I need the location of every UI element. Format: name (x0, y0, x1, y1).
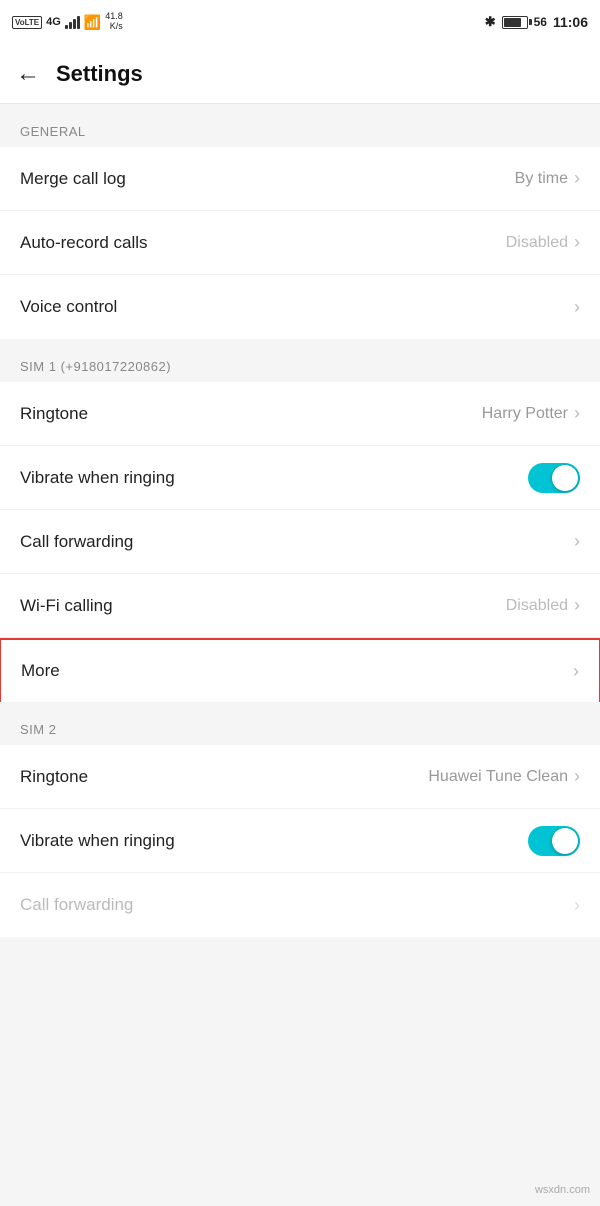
settings-row-sim2-call-forwarding[interactable]: Call forwarding › (0, 873, 600, 937)
settings-row-merge-call-log[interactable]: Merge call log By time › (0, 147, 600, 211)
network-type: 4G (46, 16, 61, 28)
settings-row-sim2-vibrate[interactable]: Vibrate when ringing (0, 809, 600, 873)
row-value-sim2-ringtone: Huawei Tune Clean (428, 768, 568, 786)
chevron-icon-sim1-ringtone: › (574, 403, 580, 424)
watermark: wsxdn.com (535, 1184, 590, 1196)
row-label-sim1-ringtone: Ringtone (20, 404, 88, 424)
section-body-sim1: Ringtone Harry Potter › Vibrate when ringin… (0, 382, 600, 702)
section-header-sim2: SIM 2 (0, 702, 600, 745)
section-general: GENERALMerge call logBy time›Auto-record… (0, 104, 600, 339)
row-right-sim1-call-forwarding: › (574, 531, 580, 552)
bluetooth-icon: ✱ (485, 14, 496, 30)
row-value-sim1-wifi-calling: Disabled (506, 597, 568, 615)
header: ← Settings (0, 44, 600, 104)
toggle-knob-sim1-vibrate (552, 465, 578, 491)
row-label-sim2-ringtone: Ringtone (20, 767, 88, 787)
row-label-sim1-vibrate: Vibrate when ringing (20, 468, 175, 488)
signal-icon (65, 15, 80, 29)
row-label-voice-control: Voice control (20, 297, 117, 317)
status-right: ✱ 56 11:06 (485, 14, 588, 30)
chevron-icon-sim2-call-forwarding: › (574, 895, 580, 916)
section-sim1: SIM 1 (+918017220862) Ringtone Harry Potte… (0, 339, 600, 702)
section-header-sim1: SIM 1 (+918017220862) (0, 339, 600, 382)
row-label-sim2-call-forwarding: Call forwarding (20, 895, 133, 915)
row-right-sim1-vibrate (528, 463, 580, 493)
row-right-sim1-ringtone: Harry Potter › (482, 403, 580, 424)
settings-row-sim1-more[interactable]: More › (0, 638, 600, 702)
chevron-icon-sim1-more: › (573, 661, 579, 682)
chevron-icon-merge-call-log: › (574, 168, 580, 189)
row-label-merge-call-log: Merge call log (20, 169, 126, 189)
battery-icon (502, 16, 528, 29)
row-value-merge-call-log: By time (515, 170, 568, 188)
row-right-sim1-more: › (573, 661, 579, 682)
settings-row-sim1-ringtone[interactable]: Ringtone Harry Potter › (0, 382, 600, 446)
section-body-sim2: Ringtone Huawei Tune Clean › Vibrate when r… (0, 745, 600, 937)
settings-row-sim1-call-forwarding[interactable]: Call forwarding › (0, 510, 600, 574)
settings-row-auto-record-calls[interactable]: Auto-record calls Disabled › (0, 211, 600, 275)
toggle-sim1-vibrate[interactable] (528, 463, 580, 493)
volte-badge: VoLTE (12, 16, 42, 29)
row-value-sim1-ringtone: Harry Potter (482, 405, 568, 423)
row-right-sim1-wifi-calling: Disabled › (506, 595, 580, 616)
section-header-general: GENERAL (0, 104, 600, 147)
row-right-merge-call-log: By time › (515, 168, 580, 189)
section-body-general: Merge call log By time › Auto-record calls D… (0, 147, 600, 339)
settings-row-sim2-ringtone[interactable]: Ringtone Huawei Tune Clean › (0, 745, 600, 809)
toggle-sim2-vibrate[interactable] (528, 826, 580, 856)
battery-percent: 56 (534, 15, 547, 29)
chevron-icon-sim1-call-forwarding: › (574, 531, 580, 552)
chevron-icon-sim2-ringtone: › (574, 766, 580, 787)
status-left: VoLTE 4G 📶 41.8 K/s (12, 12, 123, 32)
row-label-sim2-vibrate: Vibrate when ringing (20, 831, 175, 851)
page-title: Settings (56, 61, 143, 87)
settings-row-sim1-vibrate[interactable]: Vibrate when ringing (0, 446, 600, 510)
row-value-auto-record-calls: Disabled (506, 234, 568, 252)
settings-content: GENERALMerge call logBy time›Auto-record… (0, 104, 600, 937)
status-bar: VoLTE 4G 📶 41.8 K/s ✱ 56 11:06 (0, 0, 600, 44)
row-label-sim1-call-forwarding: Call forwarding (20, 532, 133, 552)
back-button[interactable]: ← (16, 60, 40, 88)
settings-row-sim1-wifi-calling[interactable]: Wi-Fi calling Disabled › (0, 574, 600, 638)
section-sim2: SIM 2 Ringtone Huawei Tune Clean › Vibrate w… (0, 702, 600, 937)
row-label-sim1-more: More (21, 661, 60, 681)
row-label-auto-record-calls: Auto-record calls (20, 233, 148, 253)
chevron-icon-sim1-wifi-calling: › (574, 595, 580, 616)
chevron-icon-auto-record-calls: › (574, 232, 580, 253)
row-right-sim2-ringtone: Huawei Tune Clean › (428, 766, 580, 787)
row-right-voice-control: › (574, 297, 580, 318)
wifi-icon: 📶 (84, 14, 101, 31)
row-right-auto-record-calls: Disabled › (506, 232, 580, 253)
speed-text: 41.8 K/s (105, 12, 123, 32)
row-right-sim2-vibrate (528, 826, 580, 856)
settings-row-voice-control[interactable]: Voice control › (0, 275, 600, 339)
row-right-sim2-call-forwarding: › (574, 895, 580, 916)
time-display: 11:06 (553, 14, 588, 30)
chevron-icon-voice-control: › (574, 297, 580, 318)
toggle-knob-sim2-vibrate (552, 828, 578, 854)
row-label-sim1-wifi-calling: Wi-Fi calling (20, 596, 113, 616)
